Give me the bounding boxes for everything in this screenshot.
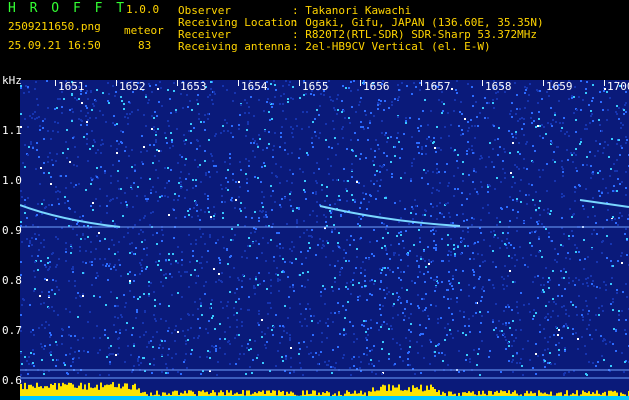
x-tick-mark [299, 80, 300, 86]
x-tick-mark [177, 80, 178, 86]
x-tick-mark [238, 80, 239, 86]
x-tick-label: 1656 [363, 80, 390, 93]
meteor-trail [579, 199, 629, 208]
x-tick-mark [360, 80, 361, 86]
x-tick-label: 1654 [241, 80, 268, 93]
y-tick-label: 1.0 [2, 174, 22, 187]
app-version: 1.0.0 [126, 3, 160, 16]
x-tick-label: 1655 [302, 80, 329, 93]
x-tick-label: 1658 [485, 80, 512, 93]
y-tick-label: 0.7 [2, 324, 22, 337]
x-tick-label: 1651 [58, 80, 85, 93]
datetime: 25.09.21 16:50 [8, 39, 101, 52]
x-tick-mark [55, 80, 56, 86]
antenna-value: : 2el-HB9CV Vertical (el. E-W) [292, 40, 491, 53]
x-tick-label: 1700 [607, 80, 629, 93]
meteor-count: 83 [138, 39, 152, 52]
y-tick-label: 1.1 [2, 124, 22, 137]
spectrogram-canvas [20, 80, 629, 400]
y-tick-label: 0.6 [2, 374, 22, 387]
spectrogram [20, 80, 629, 400]
y-tick-label: 0.8 [2, 274, 22, 287]
filename: 2509211650.png [8, 20, 101, 33]
x-tick-label: 1652 [119, 80, 146, 93]
app-logo: H R O F F T [8, 1, 128, 16]
y-tick-label: 0.9 [2, 224, 22, 237]
x-tick-mark [421, 80, 422, 86]
x-tick-mark [116, 80, 117, 86]
x-tick-label: 1659 [546, 80, 573, 93]
x-tick-mark [604, 80, 605, 86]
antenna-label: Receiving antenna [178, 40, 291, 53]
x-tick-label: 1657 [424, 80, 451, 93]
x-tick-mark [482, 80, 483, 86]
x-tick-mark [543, 80, 544, 86]
mode-label: meteor [124, 24, 164, 37]
activity-baseline [20, 396, 629, 400]
y-unit: kHz [2, 74, 22, 87]
x-tick-label: 1653 [180, 80, 207, 93]
